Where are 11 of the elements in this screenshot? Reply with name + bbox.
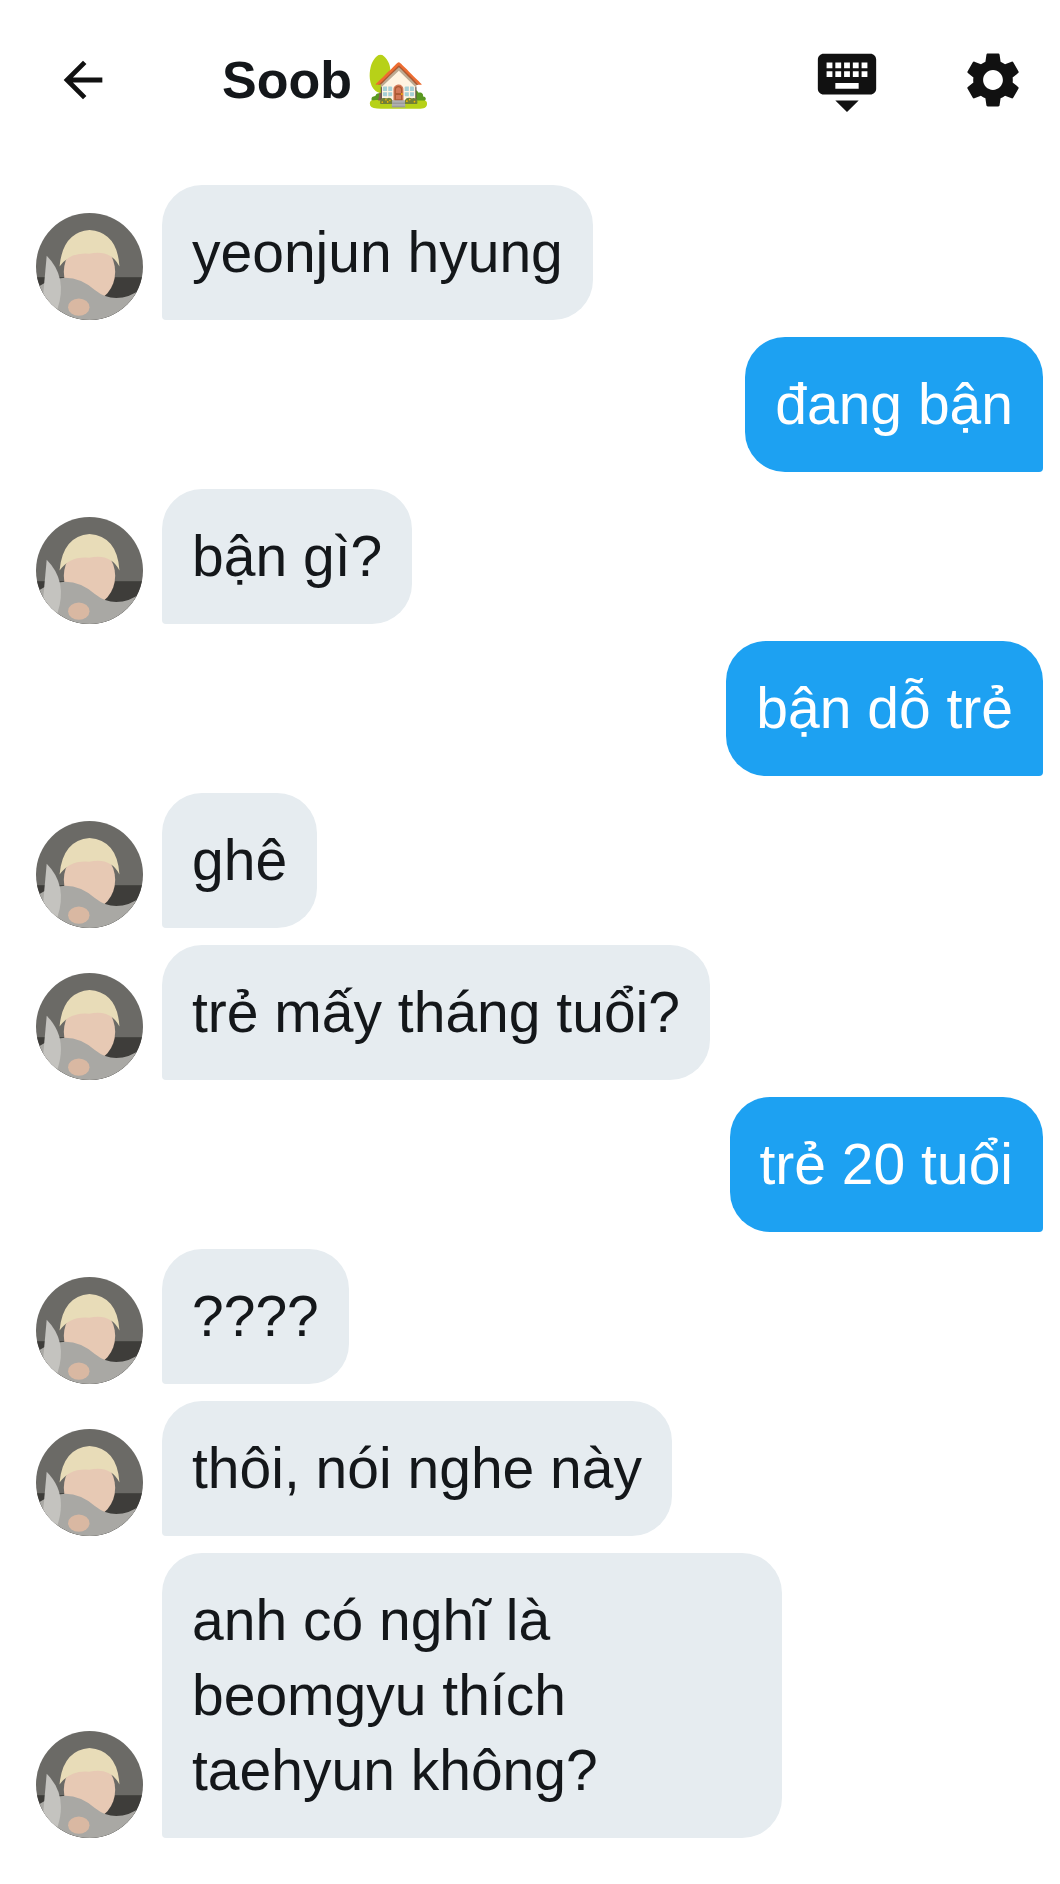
message-bubble: trẻ 20 tuổi <box>729 1097 1043 1232</box>
message-bubble: bận gì? <box>162 489 413 624</box>
message-bubble: ???? <box>162 1249 349 1384</box>
chat-title: Soob 🏡 <box>222 49 433 111</box>
message-bubble: yeonjun hyung <box>162 185 593 320</box>
message-bubble: ghê <box>162 793 318 928</box>
message-bubble: đang bận <box>745 337 1043 472</box>
message-bubble: anh có nghĩ là beomgyu thích taehyun không? <box>162 1553 782 1838</box>
message-bubble: bận dỗ trẻ <box>726 641 1043 776</box>
message-bubble: thôi, nói nghe này <box>162 1401 673 1536</box>
message-bubble: trẻ mấy tháng tuổi? <box>162 945 710 1080</box>
